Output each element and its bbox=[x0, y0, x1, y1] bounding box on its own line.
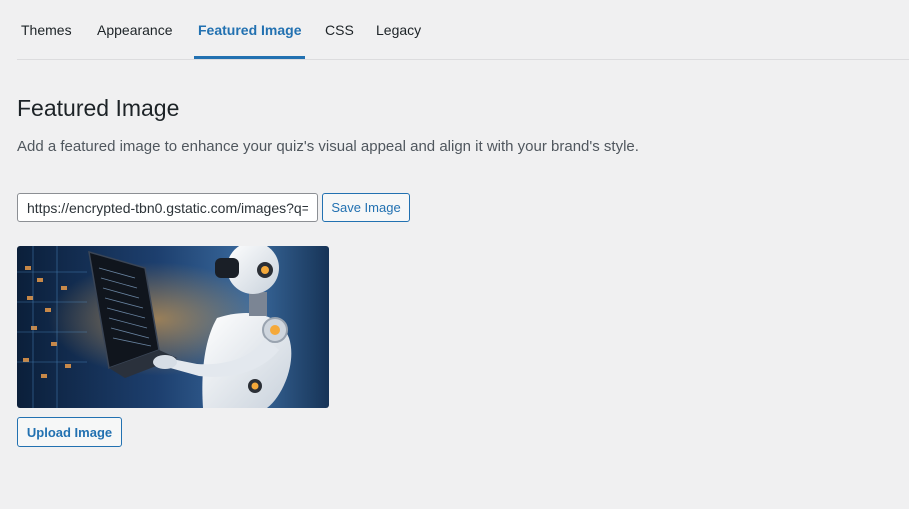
tab-legacy[interactable]: Legacy bbox=[372, 0, 425, 58]
tab-featured-image[interactable]: Featured Image bbox=[194, 0, 306, 59]
upload-image-button[interactable]: Upload Image bbox=[17, 417, 122, 447]
section-title: Featured Image bbox=[17, 95, 180, 121]
robot-laptop-image bbox=[17, 246, 329, 408]
image-url-input[interactable] bbox=[17, 193, 318, 222]
settings-page: Themes Appearance Featured Image CSS Leg… bbox=[0, 0, 909, 509]
section-description: Add a featured image to enhance your qui… bbox=[17, 138, 639, 155]
tab-themes[interactable]: Themes bbox=[17, 0, 76, 58]
tab-css[interactable]: CSS bbox=[321, 0, 358, 58]
save-image-button[interactable]: Save Image bbox=[322, 193, 410, 222]
tab-bar: Themes Appearance Featured Image CSS Leg… bbox=[17, 0, 909, 60]
featured-image-preview bbox=[17, 246, 329, 408]
tab-appearance[interactable]: Appearance bbox=[93, 0, 177, 58]
